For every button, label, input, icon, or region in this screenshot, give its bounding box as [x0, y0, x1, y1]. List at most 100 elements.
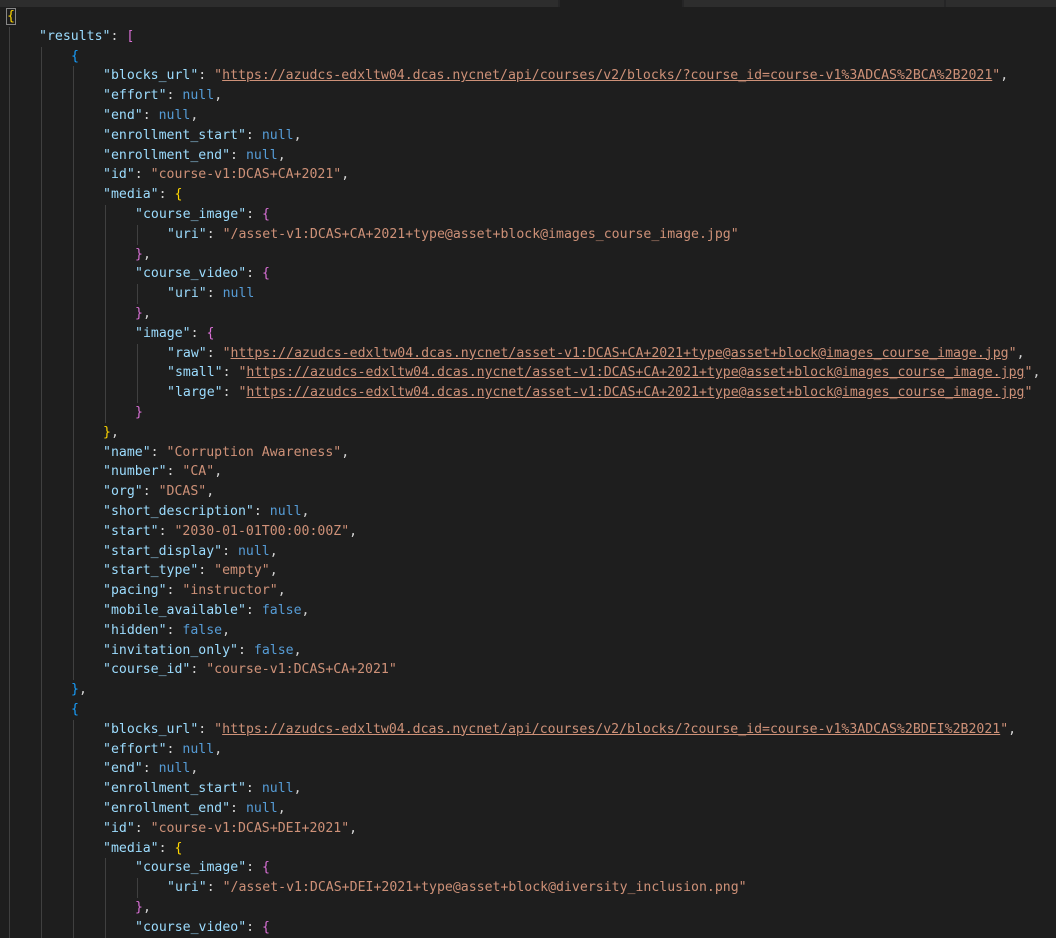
code-token: : — [222, 543, 238, 559]
code-token: : — [158, 523, 175, 539]
editor-tab-active[interactable] — [560, 0, 682, 7]
indent-guide — [9, 26, 10, 938]
indent-guide — [73, 66, 74, 681]
json-key: "effort" — [103, 741, 167, 757]
json-key: "mobile_available" — [103, 603, 246, 618]
code-token: : — [246, 207, 263, 222]
json-key: "media" — [103, 187, 159, 203]
code-token: : — [237, 642, 254, 658]
json-key: "enrollment_start" — [103, 127, 246, 143]
code-token: : — [166, 88, 183, 104]
code-token: null — [158, 108, 191, 123]
code-token: : — [206, 880, 223, 896]
code-line: "pacing": "instructor", — [103, 581, 286, 601]
code-line: "mobile_available": false, — [103, 601, 309, 621]
code-token: : — [253, 504, 270, 519]
code-token: : — [166, 464, 183, 480]
json-key: "blocks_url" — [103, 721, 199, 737]
indent-guide — [105, 858, 106, 938]
json-key: "uri" — [167, 286, 207, 302]
json-key: "large" — [167, 385, 223, 401]
code-token: null — [245, 801, 278, 816]
code-line: "id": "course-v1:DCAS+DEI+2021", — [103, 819, 357, 839]
json-key: "small" — [167, 365, 223, 381]
code-token: , — [293, 781, 302, 797]
code-line: "image": { — [135, 324, 214, 344]
code-token: null — [245, 147, 278, 163]
code-token: : — [158, 840, 175, 856]
code-token: " — [222, 345, 231, 361]
code-token: , — [269, 563, 278, 579]
code-token: } — [135, 900, 143, 915]
code-token: null — [261, 781, 294, 797]
code-line: "org": "DCAS", — [103, 482, 214, 502]
code-token: null — [269, 504, 302, 519]
json-key: "enrollment_start" — [103, 781, 246, 797]
code-line: "end": null, — [103, 106, 198, 126]
code-token: " — [1008, 345, 1017, 361]
code-token: : — [206, 226, 223, 242]
code-token: : — [134, 167, 151, 183]
code-token: , — [214, 464, 223, 480]
code-token: : — [230, 801, 246, 816]
indent-guide — [105, 205, 106, 423]
code-line: "large": "https://azudcs-edxltw04.dcas.n… — [167, 383, 1032, 403]
code-token: : — [142, 761, 159, 777]
code-line: }, — [103, 423, 119, 443]
json-key: "start_display" — [103, 543, 223, 559]
code-token: false — [253, 642, 294, 658]
code-token: : — [142, 108, 159, 123]
indent-guide — [41, 46, 42, 938]
code-token: "empty" — [214, 563, 270, 579]
url-link[interactable]: https://azudcs-edxltw04.dcas.nycnet/api/… — [222, 68, 992, 83]
code-line: { — [71, 700, 79, 720]
code-line: "name": "Corruption Awareness", — [103, 443, 349, 463]
editor-tab[interactable] — [946, 0, 1056, 7]
code-token: null — [182, 88, 215, 104]
code-line: "blocks_url": "https://azudcs-edxltw04.d… — [103, 720, 1016, 740]
code-token: { — [6, 8, 16, 25]
code-token: null — [261, 127, 294, 143]
code-token: , — [1016, 345, 1025, 361]
code-token: { — [262, 207, 270, 222]
code-token: null — [158, 761, 191, 777]
json-key: "enrollment_end" — [103, 147, 231, 163]
code-line: "results": [ — [39, 27, 134, 47]
code-line: "short_description": null, — [103, 502, 309, 522]
code-token: , — [214, 88, 223, 104]
url-link[interactable]: https://azudcs-edxltw04.dcas.nycnet/api/… — [222, 722, 1000, 737]
editor-tab[interactable] — [0, 0, 558, 7]
code-token: : — [222, 365, 239, 381]
code-token: : — [134, 820, 151, 836]
code-token: , — [301, 504, 310, 519]
code-token: , — [190, 108, 199, 123]
editor-tab-strip — [0, 0, 1056, 7]
code-line: "start_display": null, — [103, 542, 278, 562]
code-line: "blocks_url": "https://azudcs-edxltw04.d… — [103, 66, 1008, 86]
json-code-editor[interactable]: {"results": [{"blocks_url": "https://azu… — [0, 7, 1056, 938]
code-token: "DCAS" — [158, 484, 207, 500]
url-link[interactable]: https://azudcs-edxltw04.dcas.nycnet/asse… — [246, 365, 1024, 380]
code-token: , — [1032, 365, 1041, 381]
json-key: "media" — [103, 840, 159, 856]
code-token: } — [135, 306, 143, 321]
code-token: , — [142, 900, 151, 915]
url-link[interactable]: https://azudcs-edxltw04.dcas.nycnet/asse… — [231, 346, 1009, 361]
indent-guide — [137, 224, 138, 245]
code-token: : — [206, 345, 223, 361]
code-token: , — [349, 820, 358, 836]
code-line: "course_id": "course-v1:DCAS+CA+2021" — [103, 660, 397, 680]
code-token: "instructor" — [182, 583, 278, 599]
code-line: }, — [135, 304, 151, 324]
code-line: "small": "https://azudcs-edxltw04.dcas.n… — [167, 363, 1040, 383]
code-token: , — [142, 306, 151, 321]
code-token: : — [246, 919, 263, 935]
url-link[interactable]: https://azudcs-edxltw04.dcas.nycnet/asse… — [246, 385, 1024, 400]
editor-tab[interactable] — [684, 0, 944, 7]
json-key: "blocks_url" — [103, 68, 199, 84]
code-token: , — [293, 642, 302, 658]
code-line: }, — [135, 245, 151, 265]
json-key: "id" — [103, 167, 135, 183]
code-token: { — [262, 860, 270, 876]
code-token: "course-v1:DCAS+DEI+2021" — [150, 820, 350, 836]
